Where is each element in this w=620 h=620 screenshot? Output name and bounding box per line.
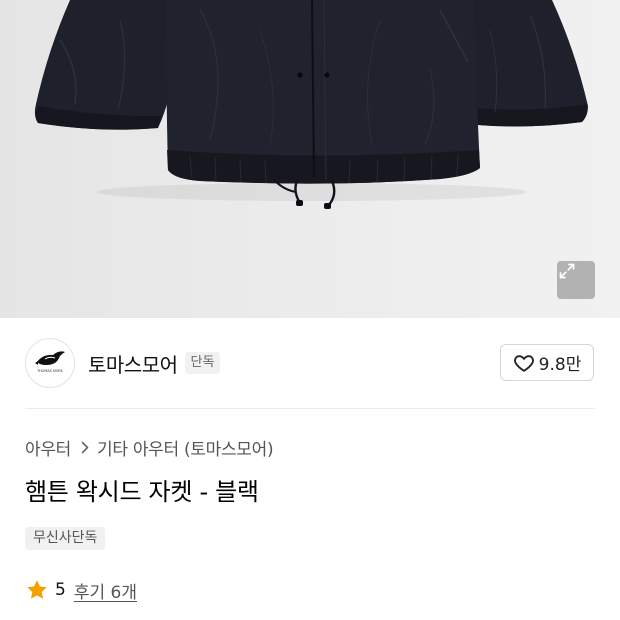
musinsa-exclusive-badge: 무신사단독 [25, 527, 106, 550]
jacket-left-sleeve [34, 0, 178, 130]
jacket-snap [324, 72, 330, 78]
reviews-link[interactable]: 후기 6개 [74, 578, 137, 603]
divider [25, 408, 595, 409]
product-photo-jacket [34, 0, 588, 209]
breadcrumb: 아우터 기타 아우터 (토마스모어) [25, 435, 274, 460]
svg-text:THOMAS MORE: THOMAS MORE [36, 369, 63, 373]
star-icon [27, 580, 47, 599]
brand-info: 토마스모어 단독 [88, 348, 221, 378]
brand-logo: THOMAS MORE [35, 351, 65, 373]
exclusive-badge: 단독 [184, 352, 221, 374]
rating-score: 5 [55, 580, 66, 600]
brand-name[interactable]: 토마스모어 [88, 349, 178, 378]
like-button[interactable]: 9.8만 [500, 344, 594, 381]
breadcrumb-item-outer[interactable]: 아우터 [25, 435, 71, 460]
breadcrumb-item-other-outer[interactable]: 기타 아우터 (토마스모어) [97, 435, 274, 460]
like-count: 9.8만 [538, 355, 582, 375]
jacket-body [166, 0, 480, 184]
expand-icon [559, 263, 575, 279]
chevron-right-icon [81, 441, 89, 454]
product-image-gallery[interactable] [0, 0, 620, 318]
expand-image-button[interactable] [557, 261, 595, 299]
jacket-snap [297, 72, 303, 78]
jacket-right-sleeve [462, 0, 588, 127]
brand-logo-avatar[interactable]: THOMAS MORE [25, 338, 75, 388]
jacket-shadow [97, 183, 527, 201]
heart-outline-icon [513, 354, 534, 372]
product-title: 햄튼 왁시드 자켓 - 블랙 [25, 478, 259, 506]
rating-row: 5 후기 6개 [25, 578, 137, 603]
